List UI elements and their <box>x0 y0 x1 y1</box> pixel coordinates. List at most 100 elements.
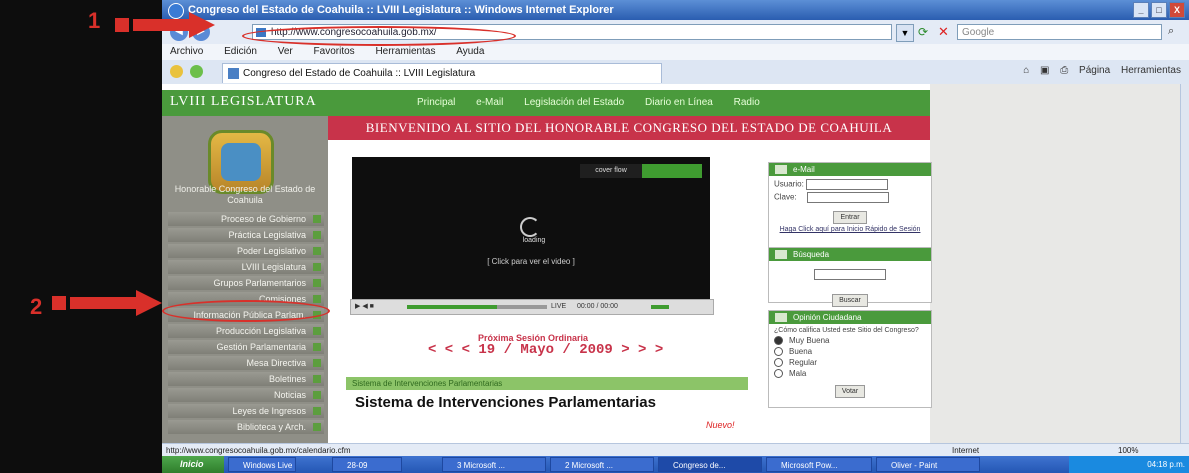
play-icon[interactable]: ▶ ◀ ■ <box>355 300 374 314</box>
status-bar: http://www.congresocoahuila.gob.mx/calen… <box>162 443 1189 457</box>
minimize-button[interactable]: _ <box>1133 2 1149 18</box>
annotation-arrow-1 <box>115 12 215 38</box>
search-widget-icon <box>775 250 787 259</box>
sidebar-item[interactable]: Gestión Parlamentaria <box>168 340 324 354</box>
nav-radio[interactable]: Radio <box>734 97 760 108</box>
sidebar-item-produccion-legislativa[interactable]: Producción Legislativa <box>168 324 324 338</box>
interventions-link[interactable]: Sistema de Intervenciones Parlamentarias <box>355 394 656 411</box>
annotation-ellipse-address <box>242 26 516 46</box>
tools-menu[interactable]: Herramientas <box>1121 65 1181 76</box>
annotation-number-1: 1 <box>88 8 101 33</box>
video-time: 00:00 / 00:00 <box>577 303 618 310</box>
vertical-scrollbar[interactable] <box>1180 84 1189 443</box>
feeds-icon[interactable]: ▣ <box>1040 65 1049 76</box>
poll-option[interactable]: Muy Buena <box>774 335 926 346</box>
site-sidebar: Honorable Congreso del Estado de Coahuil… <box>162 116 328 443</box>
site-search-button[interactable]: Buscar <box>832 294 868 307</box>
sidebar-item[interactable]: Práctica Legislativa <box>168 228 324 242</box>
sidebar-item[interactable]: Grupos Parlamentarios <box>168 276 324 290</box>
video-live-label: LIVE <box>551 303 567 310</box>
taskbar-item[interactable]: Windows Live ... <box>228 457 296 472</box>
annotation-number-2: 2 <box>30 294 43 319</box>
menu-favoritos[interactable]: Favoritos <box>314 46 355 57</box>
tab-congreso[interactable]: Congreso del Estado de Coahuila :: LVIII… <box>222 63 662 83</box>
poll-question: ¿Cómo califica Usted este Sitio del Cong… <box>774 327 919 334</box>
nav-email[interactable]: e-Mail <box>476 97 503 108</box>
stop-icon[interactable]: ✕ <box>938 24 949 40</box>
maximize-button[interactable]: □ <box>1151 2 1167 18</box>
window-titlebar: Congreso del Estado de Coahuila :: LVIII… <box>162 0 1189 20</box>
sidebar-menu: Proceso de Gobierno Práctica Legislativa… <box>168 212 324 436</box>
annotation-ellipse-menu <box>162 300 330 322</box>
tab-bar: Congreso del Estado de Coahuila :: LVIII… <box>162 60 1189 85</box>
search-widget-title: Búsqueda <box>793 250 830 259</box>
poll-option[interactable]: Regular <box>774 357 926 368</box>
command-bar: ⌂ ▣ ⎙ Página Herramientas <box>1015 65 1181 76</box>
search-input[interactable]: Google <box>957 24 1162 40</box>
menu-ayuda[interactable]: Ayuda <box>456 46 484 57</box>
page-menu[interactable]: Página <box>1079 65 1110 76</box>
taskbar-item[interactable]: Oliver - Paint <box>876 457 980 472</box>
menu-ver[interactable]: Ver <box>278 46 293 57</box>
add-favorites-icon[interactable] <box>190 65 203 78</box>
nav-diario[interactable]: Diario en Línea <box>645 97 713 108</box>
sidebar-item[interactable]: Boletines <box>168 372 324 386</box>
video-controls: ▶ ◀ ■ LIVE 00:00 / 00:00 <box>350 299 714 315</box>
email-widget: e-Mail Usuario: Clave: Entrar Haga Click… <box>768 162 932 248</box>
email-icon <box>775 165 787 174</box>
sidebar-item[interactable]: Biblioteca y Arch. <box>168 420 324 434</box>
taskbar-item[interactable]: Congreso de... <box>658 457 762 472</box>
user-input[interactable] <box>806 179 889 190</box>
refresh-icon[interactable]: ⟳ <box>918 25 928 39</box>
close-button[interactable]: X <box>1169 2 1185 18</box>
poll-option[interactable]: Mala <box>774 368 926 379</box>
nav-legislacion[interactable]: Legislación del Estado <box>524 97 624 108</box>
volume-slider[interactable] <box>651 305 669 309</box>
menu-archivo[interactable]: Archivo <box>170 46 203 57</box>
poll-widget: Opinión Ciudadana ¿Cómo califica Usted e… <box>768 310 932 408</box>
home-icon[interactable]: ⌂ <box>1023 65 1029 76</box>
password-input[interactable] <box>806 192 889 203</box>
video-loading-text: loading <box>522 237 546 244</box>
sidebar-item[interactable]: Noticias <box>168 388 324 402</box>
taskbar-item[interactable]: 3 Microsoft ... <box>442 457 546 472</box>
sidebar-item[interactable]: Leyes de Ingresos <box>168 404 324 418</box>
video-click-text[interactable]: [ Click para ver el video ] <box>352 257 710 266</box>
video-progress-fill <box>407 305 497 309</box>
radio-icon <box>774 358 783 368</box>
radio-selected-icon <box>774 336 783 346</box>
video-player[interactable]: cover flow loading [ Click para ver el v… <box>352 157 710 299</box>
taskbar-item[interactable]: 2 Microsoft ... <box>550 457 654 472</box>
site-search-input[interactable] <box>814 269 886 281</box>
poll-widget-title: Opinión Ciudadana <box>793 313 862 322</box>
menu-edicion[interactable]: Edición <box>224 46 257 57</box>
pass-label: Clave: <box>774 192 797 202</box>
print-icon[interactable]: ⎙ <box>1060 65 1068 76</box>
clock: 04:18 p.m. <box>1147 460 1185 469</box>
system-tray: 04:18 p.m. <box>1069 456 1189 473</box>
tab-page-icon <box>228 68 239 79</box>
address-dropdown-icon[interactable]: ▼ <box>896 24 914 42</box>
window-title: Congreso del Estado de Coahuila :: LVIII… <box>188 4 614 16</box>
next-session-date: < < < 19 / Mayo / 2009 > > > <box>428 342 664 358</box>
login-button[interactable]: Entrar <box>833 211 867 224</box>
vote-button[interactable]: Votar <box>834 385 866 398</box>
sidebar-item[interactable]: Proceso de Gobierno <box>168 212 324 226</box>
favorites-star-icon[interactable] <box>170 65 183 78</box>
taskbar-item[interactable]: Microsoft Pow... <box>766 457 872 472</box>
taskbar-item[interactable]: 28-09 <box>332 457 402 472</box>
start-button[interactable]: Inicio <box>162 456 224 473</box>
sidebar-item[interactable]: LVIII Legislatura <box>168 260 324 274</box>
user-label: Usuario: <box>774 179 804 189</box>
search-widget: Búsqueda Buscar <box>768 247 932 307</box>
radio-icon <box>774 369 783 379</box>
nav-principal[interactable]: Principal <box>417 97 455 108</box>
poll-option[interactable]: Buena <box>774 346 926 357</box>
search-icon[interactable]: ⌕ <box>1168 25 1174 38</box>
sidebar-item[interactable]: Mesa Directiva <box>168 356 324 370</box>
interventions-header: Sistema de Intervenciones Parlamentarias <box>346 377 748 390</box>
menu-herramientas[interactable]: Herramientas <box>375 46 435 57</box>
quick-login-link[interactable]: Haga Click aquí para Inicio Rápido de Se… <box>774 226 926 233</box>
radio-icon <box>774 347 783 357</box>
sidebar-item[interactable]: Poder Legislativo <box>168 244 324 258</box>
